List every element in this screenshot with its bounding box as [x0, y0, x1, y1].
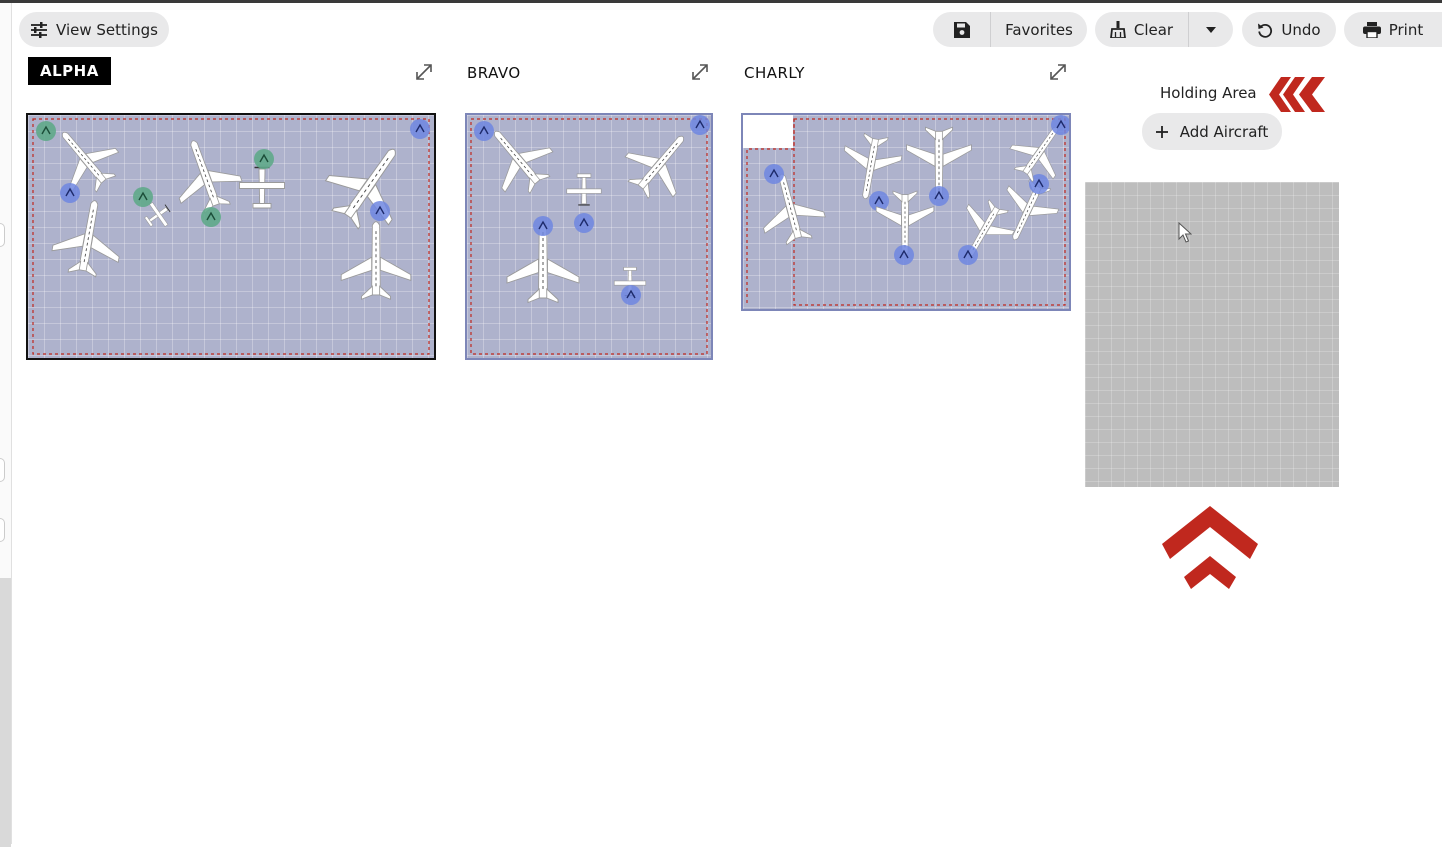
- hangar-alpha-layout: [32, 115, 431, 355]
- holding-area-label: Holding Area: [1160, 84, 1257, 102]
- left-rail: [0, 3, 12, 847]
- undo-button[interactable]: Undo: [1242, 12, 1336, 47]
- print-label: Print: [1388, 20, 1424, 39]
- rail-tab[interactable]: [0, 518, 5, 542]
- hangar-floor-charly[interactable]: [741, 113, 1071, 311]
- clear-button[interactable]: Clear: [1095, 12, 1188, 47]
- save-favorites-group: Favorites: [933, 12, 1087, 47]
- hangar-floor-bravo[interactable]: [465, 113, 713, 360]
- aircraft-marker: [409, 118, 431, 140]
- chevrons-left-icon[interactable]: [1267, 77, 1327, 112]
- scrollbar[interactable]: [0, 578, 11, 847]
- aircraft-marker: [253, 148, 275, 170]
- hangar-title-charly[interactable]: CHARLY: [744, 64, 805, 82]
- hangar-charly-layout: [743, 115, 1069, 306]
- aircraft-marker: [132, 186, 154, 208]
- add-aircraft-button[interactable]: Add Aircraft: [1142, 113, 1282, 150]
- broom-icon: [1109, 21, 1126, 38]
- hangar-bravo-layout: [470, 115, 711, 355]
- caret-down-icon: [1206, 26, 1216, 33]
- aircraft-marker: [59, 182, 81, 204]
- rail-tab[interactable]: [0, 223, 5, 247]
- clear-options-dropdown[interactable]: [1188, 12, 1233, 47]
- print-button[interactable]: Print: [1344, 12, 1442, 47]
- aircraft-marker: [369, 200, 391, 222]
- clear-group: Clear: [1095, 12, 1233, 47]
- plus-icon: [1155, 125, 1168, 138]
- aircraft-marker: [928, 185, 950, 207]
- favorites-button[interactable]: Favorites: [990, 12, 1087, 47]
- expand-icon[interactable]: [690, 62, 710, 82]
- cursor-icon: [1178, 222, 1192, 243]
- clear-label: Clear: [1133, 20, 1174, 39]
- hangar-title-bravo[interactable]: BRAVO: [467, 64, 521, 82]
- expand-icon[interactable]: [1048, 62, 1068, 82]
- sliders-icon: [31, 21, 48, 38]
- view-settings-label: View Settings: [56, 20, 158, 39]
- favorites-label: Favorites: [1005, 20, 1073, 39]
- chevrons-up-icon[interactable]: [1162, 506, 1258, 590]
- undo-icon: [1258, 23, 1273, 38]
- aircraft-marker: [532, 215, 554, 237]
- aircraft-marker: [620, 284, 642, 306]
- save-button[interactable]: [933, 12, 990, 47]
- rail-tab[interactable]: [0, 458, 5, 482]
- holding-area-grid[interactable]: [1085, 182, 1339, 487]
- hangar-floor-alpha[interactable]: [26, 113, 436, 360]
- aircraft-marker: [35, 120, 57, 142]
- window-top-border: [0, 0, 1442, 3]
- aircraft-marker: [893, 244, 915, 266]
- aircraft-marker: [573, 212, 595, 234]
- undo-label: Undo: [1281, 20, 1321, 39]
- aircraft-marker: [957, 244, 979, 266]
- add-aircraft-label: Add Aircraft: [1179, 122, 1269, 141]
- view-settings-button[interactable]: View Settings: [19, 12, 169, 47]
- printer-icon: [1362, 21, 1381, 38]
- expand-icon[interactable]: [414, 62, 434, 82]
- floppy-disk-icon: [953, 21, 970, 38]
- aircraft-marker: [200, 206, 222, 228]
- hangar-title-alpha[interactable]: ALPHA: [28, 57, 111, 85]
- aircraft-marker: [763, 163, 785, 185]
- aircraft-marker: [689, 115, 711, 136]
- aircraft-marker: [473, 120, 495, 142]
